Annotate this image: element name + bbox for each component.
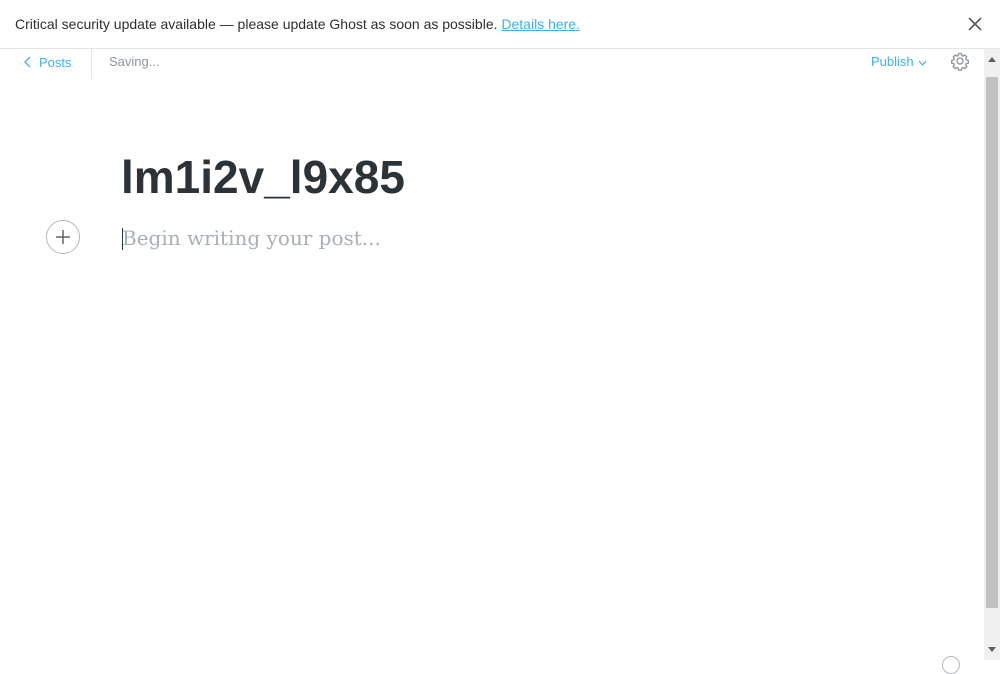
- post-title[interactable]: lm1i2v_l9x85: [121, 150, 405, 204]
- chevron-down-icon: [918, 60, 927, 66]
- publish-label: Publish: [871, 54, 914, 69]
- chevron-left-icon: [24, 56, 31, 68]
- close-icon[interactable]: [965, 14, 985, 34]
- add-card-button[interactable]: [46, 220, 80, 254]
- banner-message: Critical security update available — ple…: [15, 16, 498, 32]
- help-icon[interactable]: [942, 656, 960, 674]
- security-update-banner: Critical security update available — ple…: [0, 0, 1000, 49]
- text-caret: [122, 228, 123, 250]
- back-to-posts-link[interactable]: Posts: [24, 53, 72, 71]
- editor-header: Posts Saving... Publish: [0, 49, 984, 79]
- publish-button[interactable]: Publish: [871, 54, 927, 69]
- scrollbar-thumb[interactable]: [986, 77, 998, 608]
- back-link-label: Posts: [39, 54, 72, 70]
- plus-icon: [56, 230, 70, 244]
- post-body-editor[interactable]: Begin writing your post...: [122, 226, 381, 250]
- gear-icon[interactable]: [950, 51, 970, 71]
- header-divider: [91, 49, 92, 79]
- vertical-scrollbar[interactable]: [984, 49, 1000, 660]
- scroll-up-arrow-icon[interactable]: [984, 53, 1000, 67]
- scroll-down-arrow-icon[interactable]: [984, 642, 1000, 656]
- banner-details-link[interactable]: Details here.: [501, 16, 580, 32]
- save-status: Saving...: [109, 54, 160, 69]
- banner-message-line: Critical security update available — ple…: [15, 16, 580, 32]
